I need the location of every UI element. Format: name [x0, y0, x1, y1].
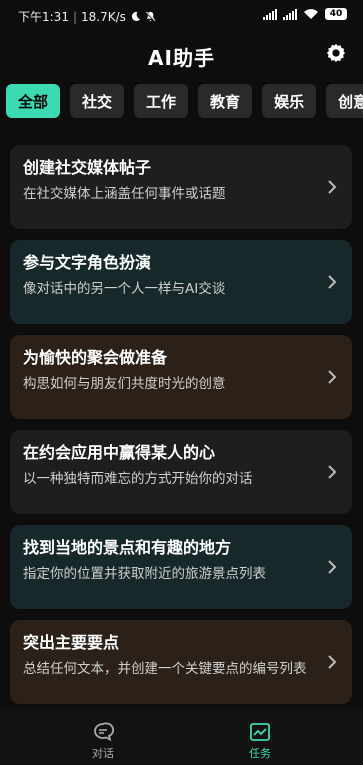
task-card-desc: 总结任何文本，并创建一个关键要点的编号列表	[23, 661, 307, 677]
battery-icon: 40	[325, 8, 347, 20]
task-card[interactable]: 创建社交媒体帖子 在社交媒体上涵盖任何事件或话题	[10, 145, 352, 229]
page-title: AI助手	[148, 46, 215, 70]
chevron-right-icon	[328, 370, 337, 384]
task-list: 创建社交媒体帖子 在社交媒体上涵盖任何事件或话题 参与文字角色扮演 像对话中的另…	[10, 145, 352, 715]
task-card-title: 找到当地的景点和有趣的地方	[23, 538, 232, 557]
nav-tasks-label: 任务	[249, 747, 271, 760]
gear-icon[interactable]	[325, 42, 347, 64]
signal-icon	[263, 8, 277, 20]
bottom-nav: 对话 任务	[0, 708, 363, 765]
task-card-desc: 像对话中的另一个人一样与AI交谈	[23, 281, 226, 297]
status-bar: 下午1:31 | 18.7K/s 40	[0, 0, 363, 32]
chevron-right-icon	[328, 655, 337, 669]
signal-2-icon	[283, 8, 297, 20]
task-card-desc: 构思如何与朋友们共度时光的创意	[23, 376, 226, 392]
tab-social[interactable]: 社交	[70, 84, 125, 118]
nav-chat-label: 对话	[92, 747, 114, 760]
chevron-right-icon	[328, 275, 337, 289]
status-left: 下午1:31 | 18.7K/s	[18, 8, 156, 25]
task-card[interactable]: 为愉快的聚会做准备 构思如何与朋友们共度时光的创意	[10, 335, 352, 419]
tab-all[interactable]: 全部	[6, 84, 61, 118]
chevron-right-icon	[328, 465, 337, 479]
category-tabs: 全部 社交 工作 教育 娱乐 创意	[6, 84, 363, 118]
chevron-right-icon	[328, 180, 337, 194]
tab-work[interactable]: 工作	[134, 84, 189, 118]
task-card-title: 参与文字角色扮演	[23, 253, 152, 272]
task-card[interactable]: 在约会应用中赢得某人的心 以一种独特而难忘的方式开始你的对话	[10, 430, 352, 514]
chat-bubble-icon	[94, 722, 114, 742]
bell-off-icon	[145, 11, 156, 22]
task-card[interactable]: 参与文字角色扮演 像对话中的另一个人一样与AI交谈	[10, 240, 352, 324]
chart-icon	[250, 723, 270, 741]
task-card-title: 为愉快的聚会做准备	[23, 348, 168, 367]
wifi-icon	[304, 9, 318, 19]
task-card[interactable]: 突出主要要点 总结任何文本，并创建一个关键要点的编号列表	[10, 620, 352, 704]
tab-entertainment[interactable]: 娱乐	[262, 84, 317, 118]
status-time: 下午1:31	[18, 10, 69, 24]
nav-chat[interactable]: 对话	[73, 722, 133, 761]
tab-education[interactable]: 教育	[198, 84, 253, 118]
task-card-title: 突出主要要点	[23, 633, 120, 652]
moon-icon	[131, 11, 140, 22]
task-card-title: 创建社交媒体帖子	[23, 158, 152, 177]
app-header: AI助手	[0, 32, 363, 72]
task-card-desc: 指定你的位置并获取附近的旅游景点列表	[23, 566, 266, 582]
task-card-title: 在约会应用中赢得某人的心	[23, 443, 216, 462]
task-card-desc: 以一种独特而难忘的方式开始你的对话	[23, 471, 253, 487]
task-card-desc: 在社交媒体上涵盖任何事件或话题	[23, 186, 226, 202]
status-speed: 18.7K/s	[81, 9, 126, 24]
nav-tasks[interactable]: 任务	[230, 722, 290, 761]
task-card[interactable]: 找到当地的景点和有趣的地方 指定你的位置并获取附近的旅游景点列表	[10, 525, 352, 609]
tab-creative[interactable]: 创意	[326, 84, 363, 118]
status-right: 40	[263, 8, 347, 20]
chevron-right-icon	[328, 560, 337, 574]
status-divider: |	[72, 9, 77, 24]
